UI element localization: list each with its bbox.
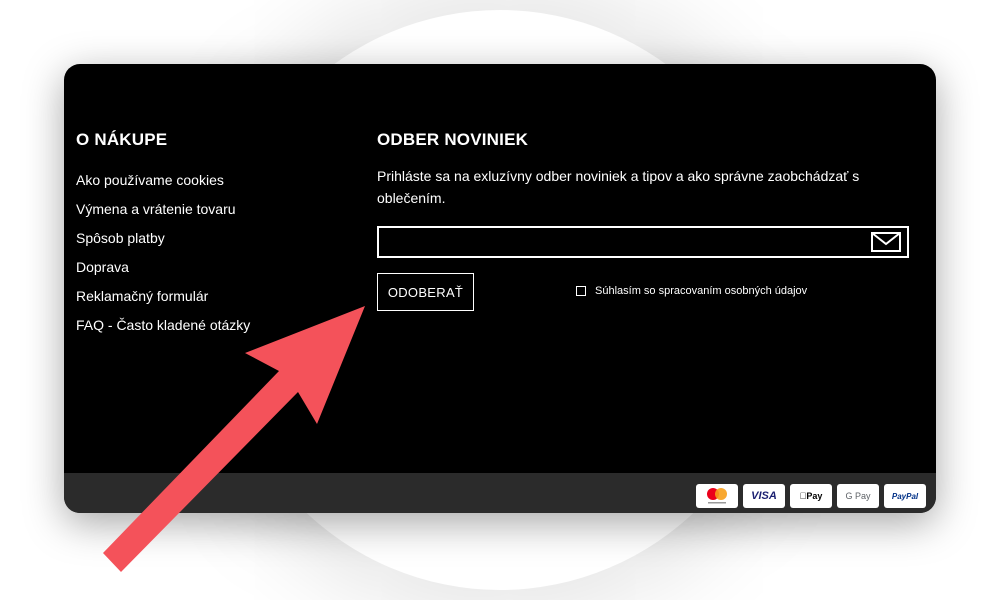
link-cookies[interactable]: Ako používame cookies <box>76 166 336 195</box>
about-links: Ako používame cookies Výmena a vrátenie … <box>76 166 336 340</box>
link-shipping[interactable]: Doprava <box>76 253 336 282</box>
email-input[interactable] <box>379 228 879 256</box>
consent-group: Súhlasím so spracovaním osobných údajov <box>576 285 807 297</box>
consent-checkbox[interactable] <box>576 286 586 296</box>
mastercard-logo <box>696 484 738 508</box>
google-pay-logo: G Pay <box>837 484 879 508</box>
newsletter-column: ODBER NOVINIEK Prihláste sa na exluzívny… <box>377 130 917 313</box>
link-faq[interactable]: FAQ - Často kladené otázky <box>76 311 336 340</box>
paypal-logo: PayPal <box>884 484 926 508</box>
about-column: O NÁKUPE Ako používame cookies Výmena a … <box>76 130 336 340</box>
email-field-wrapper <box>377 226 909 258</box>
about-heading: O NÁKUPE <box>76 130 168 149</box>
link-returns[interactable]: Výmena a vrátenie tovaru <box>76 195 336 224</box>
link-payment-method[interactable]: Spôsob platby <box>76 224 336 253</box>
consent-label[interactable]: Súhlasím so spracovaním osobných údajov <box>595 285 807 297</box>
visa-logo: VISA <box>743 484 785 508</box>
apple-pay-logo:  Pay <box>790 484 832 508</box>
payment-methods: VISA  Pay G Pay PayPal <box>691 484 926 508</box>
subscribe-row: ODOBERAŤ Súhlasím so spracovaním osobnýc… <box>377 273 917 313</box>
link-complaint-form[interactable]: Reklamačný formulár <box>76 282 336 311</box>
payment-bar: VISA  Pay G Pay PayPal <box>64 473 936 513</box>
mail-icon[interactable] <box>871 232 901 252</box>
subscribe-button[interactable]: ODOBERAŤ <box>377 273 474 311</box>
newsletter-heading: ODBER NOVINIEK <box>377 130 529 149</box>
newsletter-description: Prihláste sa na exluzívny odber noviniek… <box>377 168 860 206</box>
site-footer: O NÁKUPE Ako používame cookies Výmena a … <box>64 64 936 513</box>
